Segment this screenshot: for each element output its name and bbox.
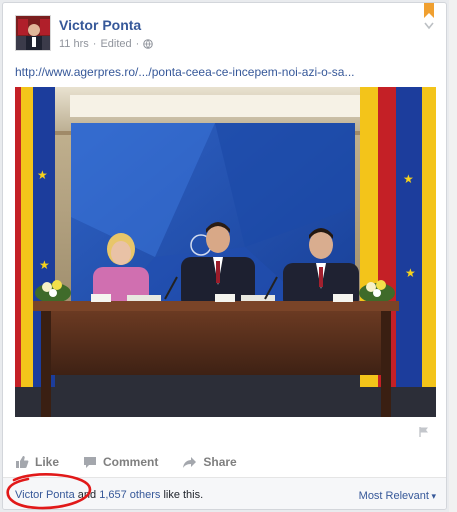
post-card: Victor Ponta 11 hrs · Edited · http://ww… bbox=[2, 2, 447, 510]
likes-suffix: like this. bbox=[163, 489, 204, 501]
share-label: Share bbox=[203, 455, 237, 469]
scrollbar[interactable] bbox=[449, 0, 457, 512]
svg-text:★: ★ bbox=[39, 258, 50, 272]
comment-button[interactable]: Comment bbox=[83, 455, 158, 469]
meta-separator: · bbox=[92, 38, 97, 50]
like-button[interactable]: Like bbox=[15, 455, 59, 469]
comment-icon bbox=[84, 456, 97, 468]
author-avatar[interactable] bbox=[15, 15, 51, 51]
flag-icon[interactable] bbox=[418, 426, 430, 438]
share-button[interactable]: Share bbox=[182, 455, 237, 469]
svg-text:★: ★ bbox=[405, 266, 416, 280]
share-icon bbox=[183, 456, 197, 468]
post-author-name[interactable]: Victor Ponta bbox=[59, 17, 141, 33]
thumbs-up-icon bbox=[16, 456, 29, 468]
meta-separator: · bbox=[135, 38, 140, 50]
sort-label: Most Relevant bbox=[358, 490, 429, 502]
caret-down-icon: ▾ bbox=[428, 491, 436, 501]
sort-dropdown[interactable]: Most Relevant ▾ bbox=[359, 490, 436, 502]
post-time[interactable]: 11 hrs bbox=[59, 38, 89, 50]
others-link[interactable]: 1,657 others bbox=[99, 489, 160, 501]
edited-label[interactable]: Edited bbox=[100, 38, 131, 50]
svg-text:★: ★ bbox=[403, 172, 414, 186]
svg-text:★: ★ bbox=[37, 168, 48, 182]
chevron-down-icon[interactable] bbox=[424, 19, 434, 30]
like-label: Like bbox=[35, 455, 60, 469]
globe-icon[interactable] bbox=[143, 39, 154, 49]
likes-summary: Victor Ponta and 1,657 others like this. bbox=[15, 489, 203, 501]
liker-name-link[interactable]: Victor Ponta bbox=[15, 489, 75, 501]
shared-link[interactable]: http://www.agerpres.ro/.../ponta-ceea-ce… bbox=[15, 65, 435, 79]
post-meta: 11 hrs · Edited · bbox=[59, 38, 154, 50]
post-photo[interactable]: ★ ★ ★ ★ bbox=[15, 87, 436, 417]
comment-label: Comment bbox=[103, 455, 159, 469]
likes-connector: and bbox=[77, 489, 97, 501]
post-actions: Like Comment Share bbox=[15, 451, 436, 473]
bookmark-icon[interactable] bbox=[424, 3, 434, 18]
likes-bar: Victor Ponta and 1,657 others like this.… bbox=[3, 477, 446, 509]
